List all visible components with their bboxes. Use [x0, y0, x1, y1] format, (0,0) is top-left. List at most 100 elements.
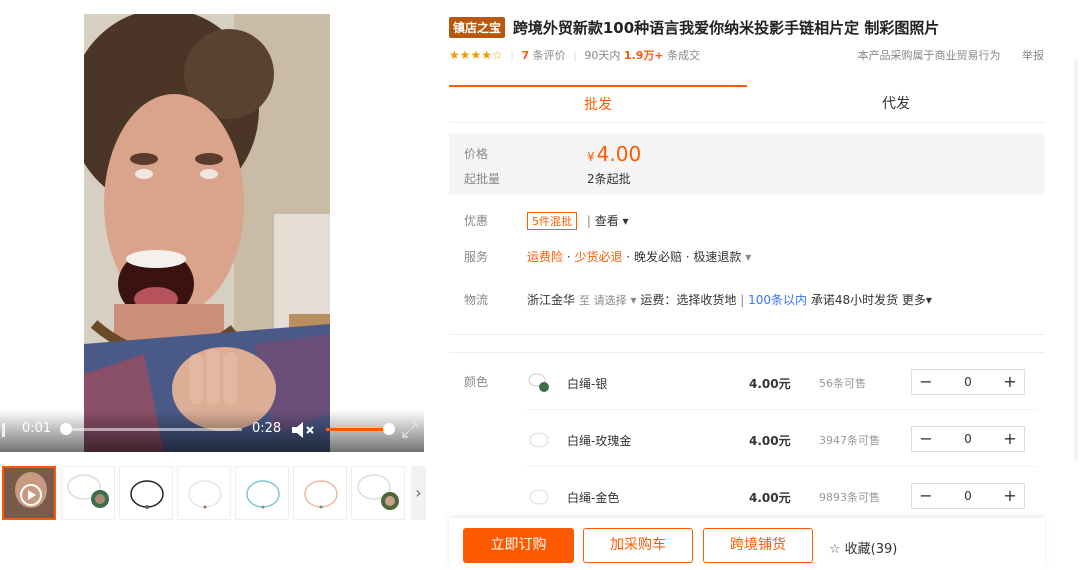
volume-handle[interactable] — [383, 423, 395, 435]
commercial-note: 本产品采购属于商业贸易行为 — [857, 49, 1001, 62]
play-indicator[interactable] — [2, 423, 5, 437]
destination-chevron-icon[interactable]: ▾ — [631, 293, 637, 307]
thumbnail-white-cord[interactable] — [177, 466, 231, 520]
service-freight-insurance[interactable]: 运费险 — [527, 250, 563, 264]
duration: 0:28 — [252, 421, 282, 436]
review-label[interactable]: 条评价 — [533, 49, 566, 62]
product-title-row: 镇店之宝 跨境外贸新款100种语言我爱你纳米投影手链相片定 制彩图照片 — [449, 17, 1049, 39]
price-box: 价格 ¥4.00 起批量 2条起批 — [449, 133, 1045, 195]
sold-suffix: 条成交 — [667, 49, 701, 62]
play-icon — [4, 468, 54, 518]
increase-button[interactable]: + — [996, 484, 1024, 508]
favorite-label: 收藏(39) — [844, 542, 898, 557]
logistics-origin: 浙江金华 — [527, 293, 576, 307]
video-player[interactable]: 0:01 0:28 — [0, 14, 424, 452]
moq-label: 起批量 — [464, 172, 501, 186]
favorite-button[interactable]: ☆ 收藏(39) — [829, 538, 897, 557]
service-more-chevron-icon[interactable]: ▾ — [745, 250, 751, 264]
promo-view-link[interactable]: 查看 ▾ — [595, 214, 629, 228]
progress-track[interactable] — [64, 428, 242, 431]
bracelet-image — [236, 467, 288, 519]
sku-stock: 56条可售 — [819, 377, 866, 390]
thumbnail-pink-cord[interactable] — [293, 466, 347, 520]
quantity-stepper: − 0 + — [911, 426, 1025, 452]
quantity-stepper: − 0 + — [911, 369, 1025, 395]
thumbnail-blue-cord[interactable] — [235, 466, 289, 520]
service-row: 服务 运费险 · 少货必退 · 晚发必赔 · 极速退款 ▾ — [464, 250, 752, 264]
service-fast-refund[interactable]: 极速退款 — [693, 250, 741, 264]
color-label: 颜色 — [464, 375, 489, 389]
service-label: 服务 — [464, 250, 489, 264]
service-late-compensation[interactable]: 晚发必赔 — [634, 250, 682, 264]
quantity-range-link[interactable]: 100条以内 — [748, 293, 807, 307]
sku-thumbnail[interactable] — [527, 371, 551, 395]
price-label: 价格 — [464, 147, 489, 161]
bracelet-image — [294, 467, 346, 519]
promo-row: 优惠 5件混批 | 查看 ▾ — [464, 212, 629, 230]
thumbnail-video[interactable] — [2, 466, 56, 520]
sku-row: 白绳-金色 4.00元 9893条可售 − 0 + — [527, 467, 1037, 524]
increase-button[interactable]: + — [996, 427, 1024, 451]
cross-border-distribute-button[interactable]: 跨境铺货 — [703, 528, 813, 563]
tab-wholesale[interactable]: 批发 — [449, 85, 747, 123]
tab-dropship[interactable]: 代发 — [747, 85, 1045, 123]
sku-name: 白绳-玫瑰金 — [567, 434, 632, 448]
quantity-input[interactable]: 0 — [940, 427, 996, 451]
volume-track[interactable] — [326, 428, 390, 431]
quantity-input[interactable]: 0 — [940, 370, 996, 394]
sold-prefix: 90天内 — [584, 49, 621, 62]
quantity-stepper: − 0 + — [911, 483, 1025, 509]
bracelet-image — [178, 467, 230, 519]
sku-name: 白绳-银 — [567, 377, 608, 391]
bracelet-image — [120, 467, 172, 519]
rating-stars-icon: ★★★★☆ — [449, 48, 503, 62]
rating-row: ★★★★☆ | 7 条评价 | 90天内 1.9万+ 条成交 本产品采购属于商业… — [449, 48, 1044, 62]
destination-select[interactable]: 请选择 — [594, 294, 627, 307]
store-treasure-badge: 镇店之宝 — [449, 17, 506, 38]
progress-handle[interactable] — [60, 423, 72, 435]
decrease-button[interactable]: − — [912, 427, 940, 451]
thumbnail-black-cord[interactable] — [119, 466, 173, 520]
action-bar: 立即订购 加采购车 跨境铺货 ☆ 收藏(39) — [449, 518, 1045, 570]
sku-row: 白绳-玫瑰金 4.00元 3947条可售 − 0 + — [527, 410, 1037, 467]
shipping-fee: 运费：选择收货地 — [640, 293, 737, 307]
purchase-tabs: 批发 代发 — [449, 85, 1045, 123]
current-time: 0:01 — [22, 421, 52, 436]
shipping-promise: 承诺48小时发货 — [810, 293, 899, 307]
add-to-cart-button[interactable]: 加采购车 — [583, 528, 693, 563]
logistics-label: 物流 — [464, 293, 489, 307]
report-link[interactable]: 举报 — [1022, 49, 1044, 62]
quantity-input[interactable]: 0 — [940, 484, 996, 508]
sku-name: 白绳-金色 — [567, 491, 620, 505]
decrease-button[interactable]: − — [912, 370, 940, 394]
order-now-button[interactable]: 立即订购 — [463, 528, 574, 563]
thumbnail-next-arrow-icon[interactable]: › — [411, 466, 426, 520]
sold-count: 1.9万+ — [623, 49, 664, 62]
section-divider — [449, 334, 1045, 335]
sku-thumbnail[interactable] — [527, 428, 551, 452]
scrollbar[interactable] — [1074, 60, 1078, 460]
thumbnail-photo-charm[interactable] — [351, 466, 405, 520]
video-controls: 0:01 0:28 — [0, 410, 424, 452]
page: 0:01 0:28 › 镇店之宝 跨境外贸新款100种语言我爱你纳米投影手链相片… — [0, 0, 1080, 570]
logistics-more-link[interactable]: 更多▾ — [902, 293, 932, 307]
bracelet-image — [352, 467, 404, 519]
thumbnail-white-silver[interactable] — [61, 466, 115, 520]
sku-price: 4.00元 — [749, 377, 791, 391]
video-still-image — [84, 14, 330, 452]
review-count[interactable]: 7 — [522, 49, 530, 62]
increase-button[interactable]: + — [996, 370, 1024, 394]
sku-price: 4.00元 — [749, 491, 791, 505]
thumbnail-strip: › — [2, 466, 426, 520]
service-shortage-refund[interactable]: 少货必退 — [574, 250, 622, 264]
sku-price: 4.00元 — [749, 434, 791, 448]
video-frame[interactable] — [84, 14, 330, 452]
fullscreen-icon[interactable] — [400, 420, 420, 440]
sku-selector: 颜色 白绳-银 4.00元 56条可售 − 0 + 白绳-玫瑰金 4.00元 3… — [449, 352, 1045, 512]
sku-thumbnail[interactable] — [527, 485, 551, 509]
star-icon: ☆ — [829, 542, 841, 557]
mute-icon[interactable] — [290, 420, 318, 440]
decrease-button[interactable]: − — [912, 484, 940, 508]
sku-stock: 3947条可售 — [819, 434, 880, 447]
bracelet-image — [62, 467, 114, 519]
